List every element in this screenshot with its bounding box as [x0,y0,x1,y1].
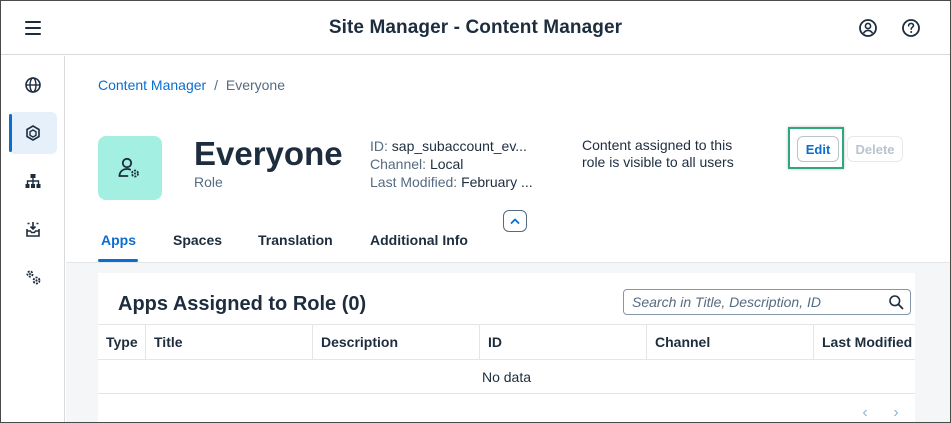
settings-gears-icon [26,270,41,285]
sidebar-item-sites[interactable] [9,64,57,106]
column-header-channel[interactable]: Channel [647,325,814,359]
collapse-header-button[interactable] [503,210,527,232]
app-window: Site Manager - Content Manager Content M… [0,0,951,423]
main-content: Content Manager / Everyone Everyone Role… [66,56,950,422]
role-description: Content assigned to this role is visible… [582,137,734,170]
sidebar-item-hierarchy[interactable] [9,160,57,202]
sidebar-item-content-manager[interactable] [9,112,57,154]
delete-button: Delete [847,136,903,162]
help-icon[interactable] [900,17,922,39]
next-page-icon[interactable]: › [888,405,904,421]
shell-bar: Site Manager - Content Manager [1,1,950,55]
column-header-description[interactable]: Description [313,325,480,359]
search-field [623,289,911,315]
inbox-download-icon [26,222,40,237]
attribute-last-modified-label: Last Modified: [370,174,458,190]
attribute-last-modified: Last Modified: February ... [370,173,533,191]
tab-additional-info[interactable]: Additional Info [370,232,468,248]
attribute-channel-value: Local [429,156,464,172]
attribute-channel: Channel: Local [370,155,533,173]
breadcrumb-separator: / [214,77,218,93]
app-title: Site Manager - Content Manager [328,17,623,38]
attribute-channel-label: Channel: [370,156,427,172]
breadcrumb-link-content-manager[interactable]: Content Manager [98,77,206,93]
breadcrumb: Content Manager / Everyone [98,77,285,93]
apps-table-card: Apps Assigned to Role (0) Type Title Des… [98,273,915,422]
user-settings-icon [118,157,139,178]
edit-button[interactable]: Edit [797,136,839,162]
previous-page-icon[interactable]: ‹ [857,405,873,421]
tab-content-area: Apps Assigned to Role (0) Type Title Des… [66,262,950,422]
search-icon[interactable] [888,294,904,310]
tab-translation[interactable]: Translation [258,232,333,248]
sidebar-item-settings[interactable] [9,256,57,298]
table-header: Type Title Description ID Channel Last M… [98,324,915,360]
globe-icon [25,77,41,93]
table-title: Apps Assigned to Role (0) [118,293,367,315]
chevron-up-icon [510,218,520,224]
column-header-type[interactable]: Type [98,325,146,359]
sidebar-item-transport[interactable] [9,208,57,250]
attribute-id: ID: sap_subaccount_ev... [370,137,533,155]
attribute-last-modified-value: February ... [461,174,533,190]
column-header-id[interactable]: ID [480,325,647,359]
content-cube-icon [26,125,40,141]
tab-spaces[interactable]: Spaces [173,232,222,248]
breadcrumb-current: Everyone [225,77,286,93]
attribute-id-value: sap_subaccount_ev... [391,138,527,154]
page-subtitle: Role [194,174,223,190]
avatar [98,136,162,200]
side-navigation [1,56,65,422]
attribute-id-label: ID: [370,138,388,154]
user-icon[interactable] [857,17,879,39]
hierarchy-icon [25,174,41,188]
column-header-title[interactable]: Title [146,325,313,359]
tab-apps[interactable]: Apps [101,232,136,248]
header-attributes: ID: sap_subaccount_ev... Channel: Local … [370,137,533,191]
search-input[interactable] [632,294,882,310]
no-data-message: No data [98,361,915,394]
column-header-last-modified[interactable]: Last Modified [814,325,915,359]
page-title: Everyone [194,135,343,172]
